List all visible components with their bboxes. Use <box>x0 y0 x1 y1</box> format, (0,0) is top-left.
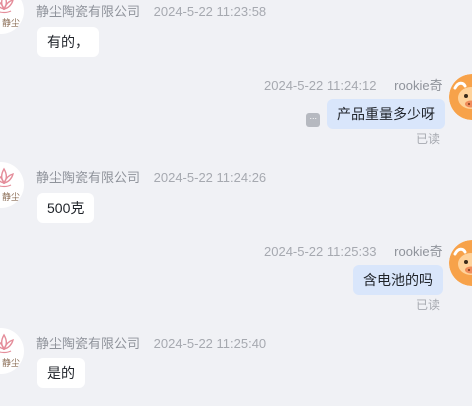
avatar-label: 静尘 <box>2 193 21 203</box>
chat-transcript: 静尘 静尘陶瓷有限公司 2024-5-22 11:23:58 有的， 2024-… <box>0 0 472 406</box>
message-bubble[interactable]: 产品重量多少呀 <box>327 99 445 129</box>
avatar-label: 静尘 <box>2 359 21 369</box>
lotus-logo-icon <box>0 333 14 354</box>
message-meta: 静尘陶瓷有限公司 2024-5-22 11:25:40 <box>36 333 266 352</box>
more-options-icon[interactable]: ··· <box>306 113 320 127</box>
message-meta: 静尘陶瓷有限公司 2024-5-22 11:24:26 <box>36 167 266 186</box>
seller-avatar[interactable]: 静尘 <box>0 162 24 208</box>
message-meta: 2024-5-22 11:25:33 rookie奇 <box>264 241 443 260</box>
timestamp: 2024-5-22 11:24:12 <box>264 78 377 93</box>
timestamp: 2024-5-22 11:23:58 <box>153 4 267 19</box>
message-bubble[interactable]: 有的， <box>37 27 99 57</box>
lotus-logo-icon <box>0 0 14 14</box>
message-bubble[interactable]: 500克 <box>37 193 95 223</box>
timestamp: 2024-5-22 11:25:40 <box>153 336 267 351</box>
bull-mascot-icon <box>449 74 472 120</box>
message-meta: 2024-5-22 11:24:12 rookie奇 <box>264 75 443 94</box>
seller-avatar[interactable]: 静尘 <box>0 328 24 374</box>
sender-name: rookie奇 <box>394 244 443 259</box>
message-bubble[interactable]: 含电池的吗 <box>353 265 443 295</box>
sender-name: 静尘陶瓷有限公司 <box>36 336 141 351</box>
message-meta: 静尘陶瓷有限公司 2024-5-22 11:23:58 <box>36 1 266 20</box>
sender-name: 静尘陶瓷有限公司 <box>36 4 141 19</box>
lotus-logo-icon <box>0 167 14 188</box>
bull-mascot-icon <box>449 240 472 286</box>
sender-name: rookie奇 <box>394 78 443 93</box>
read-status: 已读 <box>416 132 441 146</box>
sender-name: 静尘陶瓷有限公司 <box>36 170 141 185</box>
message-bubble[interactable]: 是的 <box>37 358 85 388</box>
buyer-avatar[interactable] <box>449 74 472 120</box>
buyer-avatar[interactable] <box>449 240 472 286</box>
timestamp: 2024-5-22 11:24:26 <box>153 170 267 185</box>
timestamp: 2024-5-22 11:25:33 <box>264 244 377 259</box>
avatar-label: 静尘 <box>2 19 21 29</box>
seller-avatar[interactable]: 静尘 <box>0 0 24 34</box>
read-status: 已读 <box>416 298 441 312</box>
